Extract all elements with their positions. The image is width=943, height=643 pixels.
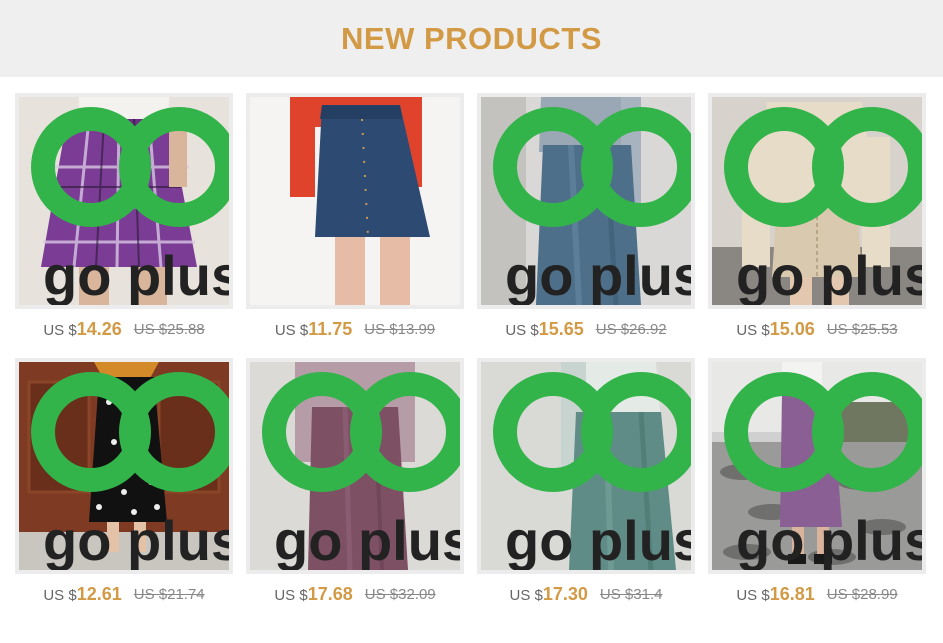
current-price: US $15.65 xyxy=(505,319,583,340)
section-title: NEW PRODUCTS xyxy=(341,20,602,56)
currency-label: US $ xyxy=(43,586,77,604)
price-value: 15.06 xyxy=(769,318,815,339)
price-value: 15.65 xyxy=(538,318,584,339)
svg-text:go plus: go plus xyxy=(505,509,695,572)
currency-label: US $ xyxy=(274,321,309,339)
current-price: US $11.75 xyxy=(275,319,352,340)
section-header: NEW PRODUCTS xyxy=(0,0,943,77)
price-value: 16.81 xyxy=(769,583,815,604)
current-price: US $12.61 xyxy=(43,584,121,605)
goplus-logo-icon: go plus xyxy=(724,372,926,572)
product-image[interactable]: go plus xyxy=(15,358,233,574)
original-price: US $28.99 xyxy=(826,585,898,603)
currency-label: US $ xyxy=(43,321,77,339)
goplus-logo-icon: go plus xyxy=(493,107,695,307)
price-value: 14.26 xyxy=(76,318,122,339)
product-image[interactable]: go plus xyxy=(246,358,464,574)
goplus-logo-icon: go plus xyxy=(31,372,233,572)
product-card[interactable]: go plus US $14.26 US $25.88 xyxy=(15,93,233,349)
product-image[interactable]: go plus xyxy=(15,93,233,309)
product-card[interactable]: go plus US $17.68 US $32.09 xyxy=(246,358,464,614)
price-row: US $11.75 US $13.99 xyxy=(246,309,464,349)
product-image[interactable]: go plus xyxy=(708,358,926,574)
product-image[interactable]: go plus xyxy=(708,93,926,309)
product-card[interactable]: US $11.75 US $13.99 xyxy=(246,93,464,349)
product-card[interactable]: go plus US $15.06 US $25.53 xyxy=(708,93,926,349)
svg-text:go plus: go plus xyxy=(274,509,464,572)
original-price: US $13.99 xyxy=(364,320,436,338)
svg-text:go plus: go plus xyxy=(736,244,926,307)
original-price: US $21.74 xyxy=(133,585,205,603)
goplus-logo-icon: go plus xyxy=(31,107,233,307)
price-row: US $15.65 US $26.92 xyxy=(477,309,695,349)
product-image[interactable]: go plus xyxy=(477,93,695,309)
product-card[interactable]: go plus US $16.81 US $28.99 xyxy=(708,358,926,614)
svg-text:go plus: go plus xyxy=(505,244,695,307)
price-row: US $14.26 US $25.88 xyxy=(15,309,233,349)
product-card[interactable]: go plus US $15.65 US $26.92 xyxy=(477,93,695,349)
currency-label: US $ xyxy=(274,586,308,604)
product-card[interactable]: go plus US $17.30 US $31.4 xyxy=(477,358,695,614)
original-price: US $32.09 xyxy=(364,585,436,603)
currency-label: US $ xyxy=(736,321,770,339)
product-card[interactable]: go plus US $12.61 US $21.74 xyxy=(15,358,233,614)
original-price: US $26.92 xyxy=(595,320,667,338)
original-price: US $31.4 xyxy=(599,585,663,603)
goplus-logo-icon: go plus xyxy=(493,372,695,572)
svg-text:go plus: go plus xyxy=(736,509,926,572)
current-price: US $15.06 xyxy=(736,319,814,340)
goplus-logo-icon: go plus xyxy=(262,372,464,572)
current-price: US $17.68 xyxy=(274,584,352,605)
product-image[interactable] xyxy=(246,93,464,309)
goplus-logo-icon: go plus xyxy=(724,107,926,307)
svg-text:go plus: go plus xyxy=(43,244,233,307)
price-row: US $17.30 US $31.4 xyxy=(477,574,695,614)
original-price: US $25.53 xyxy=(826,320,898,338)
price-value: 17.68 xyxy=(307,583,353,604)
original-price: US $25.88 xyxy=(133,320,205,338)
price-row: US $15.06 US $25.53 xyxy=(708,309,926,349)
price-row: US $17.68 US $32.09 xyxy=(246,574,464,614)
current-price: US $16.81 xyxy=(736,584,814,605)
price-value: 11.75 xyxy=(308,318,353,339)
price-row: US $12.61 US $21.74 xyxy=(15,574,233,614)
price-value: 12.61 xyxy=(76,583,122,604)
price-row: US $16.81 US $28.99 xyxy=(708,574,926,614)
product-grid: go plus US $14.26 US $25.88 US $11.75 US… xyxy=(0,77,943,643)
price-value: 17.30 xyxy=(542,583,588,604)
currency-label: US $ xyxy=(736,586,770,604)
current-price: US $17.30 xyxy=(510,584,588,605)
currency-label: US $ xyxy=(505,321,539,339)
svg-text:go plus: go plus xyxy=(43,509,233,572)
current-price: US $14.26 xyxy=(43,319,121,340)
currency-label: US $ xyxy=(509,586,543,604)
product-image[interactable]: go plus xyxy=(477,358,695,574)
